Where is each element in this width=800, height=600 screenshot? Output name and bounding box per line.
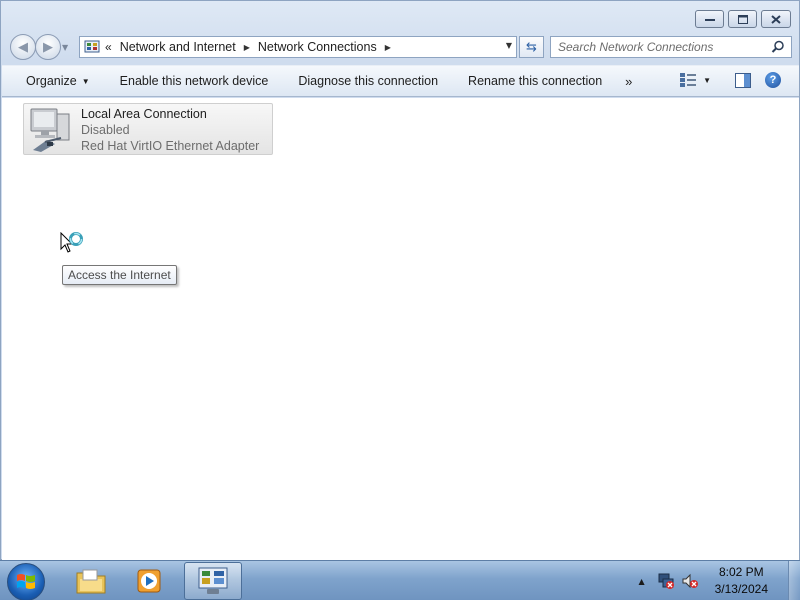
address-dropdown-icon[interactable]: ▼	[506, 41, 512, 50]
notification-area: ▲ 8:02 PM 3/13/2024	[638, 561, 800, 600]
taskbar: ▲ 8:02 PM 3/13/2024	[0, 560, 800, 600]
forward-button[interactable]: ▶	[35, 34, 61, 60]
start-button[interactable]	[7, 563, 45, 600]
control-panel-icon	[84, 40, 100, 53]
back-button[interactable]: ◀	[10, 34, 36, 60]
network-adapter-icon	[30, 108, 70, 152]
windows-explorer-icon	[76, 569, 106, 594]
search-input[interactable]	[558, 40, 763, 54]
forward-arrow-icon: ▶	[43, 39, 53, 55]
chevron-down-icon: ▼	[81, 76, 90, 86]
diagnose-button[interactable]: Diagnose this connection	[283, 66, 453, 96]
organize-label: Organize	[26, 74, 77, 88]
connection-adapter: Red Hat VirtIO Ethernet Adapter	[81, 139, 260, 153]
taskbar-explorer-button[interactable]	[62, 562, 120, 600]
breadcrumb-separator-icon[interactable]: ▶	[244, 43, 250, 52]
recent-pages-dropdown[interactable]: ▼	[62, 43, 72, 52]
show-hidden-icons-button[interactable]: ▲	[638, 577, 644, 586]
tooltip: Access the Internet	[62, 265, 177, 285]
breadcrumb-overflow[interactable]: «	[105, 40, 112, 54]
taskbar-network-connections-button[interactable]	[184, 562, 242, 600]
connection-name: Local Area Connection	[81, 107, 207, 121]
navigation-buttons: ◀ ▶ ▼	[10, 34, 72, 60]
minimize-button[interactable]	[695, 10, 724, 28]
preview-pane-icon[interactable]	[735, 72, 751, 88]
search-box	[550, 36, 792, 58]
more-commands-button[interactable]: »	[617, 66, 640, 96]
back-arrow-icon: ◀	[18, 39, 28, 55]
clock[interactable]: 8:02 PM 3/13/2024	[715, 564, 768, 598]
enable-device-button[interactable]: Enable this network device	[105, 66, 284, 96]
connection-status: Disabled	[81, 123, 130, 137]
close-button[interactable]	[761, 10, 791, 28]
connection-details: Local Area Connection Disabled Red Hat V…	[81, 106, 259, 154]
network-disconnected-icon[interactable]	[657, 572, 675, 590]
maximize-icon	[737, 14, 748, 24]
view-controls: ▼ ?	[679, 72, 781, 88]
breadcrumb: « Network and Internet ▶ Network Connect…	[105, 40, 399, 54]
clock-date: 3/13/2024	[714, 582, 768, 596]
organize-button[interactable]: Organize ▼	[2, 66, 105, 96]
refresh-button[interactable]: ⇆	[519, 36, 544, 58]
chevron-down-icon: ▼	[703, 75, 711, 85]
minimize-icon	[704, 19, 715, 21]
volume-muted-icon[interactable]	[681, 572, 699, 590]
taskbar-media-player-button[interactable]	[120, 562, 178, 600]
maximize-button[interactable]	[728, 10, 757, 28]
clock-time: 8:02 PM	[718, 565, 764, 579]
connection-item[interactable]: Local Area Connection Disabled Red Hat V…	[23, 103, 273, 155]
media-player-icon	[137, 569, 161, 593]
show-desktop-button[interactable]	[788, 561, 800, 600]
views-icon	[680, 73, 697, 87]
busy-cursor-icon	[60, 232, 83, 253]
address-bar[interactable]: « Network and Internet ▶ Network Connect…	[79, 36, 517, 58]
network-connections-icon	[198, 567, 228, 594]
change-view-button[interactable]: ▼	[679, 72, 711, 88]
breadcrumb-network-connections[interactable]: Network Connections	[258, 40, 377, 54]
explorer-window: ◀ ▶ ▼ « Network and Internet ▶ Network C…	[0, 0, 800, 560]
command-bar: Organize ▼ Enable this network device Di…	[2, 65, 799, 97]
connections-list: Local Area Connection Disabled Red Hat V…	[2, 98, 799, 560]
refresh-icon: ⇆	[526, 39, 537, 55]
breadcrumb-network-and-internet[interactable]: Network and Internet	[120, 40, 236, 54]
window-controls	[695, 10, 791, 28]
help-icon[interactable]: ?	[765, 72, 781, 88]
breadcrumb-separator-icon[interactable]: ▶	[385, 43, 391, 52]
search-icon[interactable]	[771, 40, 785, 54]
rename-button[interactable]: Rename this connection	[453, 66, 617, 96]
close-icon	[771, 14, 781, 24]
windows-logo-icon	[17, 574, 35, 589]
